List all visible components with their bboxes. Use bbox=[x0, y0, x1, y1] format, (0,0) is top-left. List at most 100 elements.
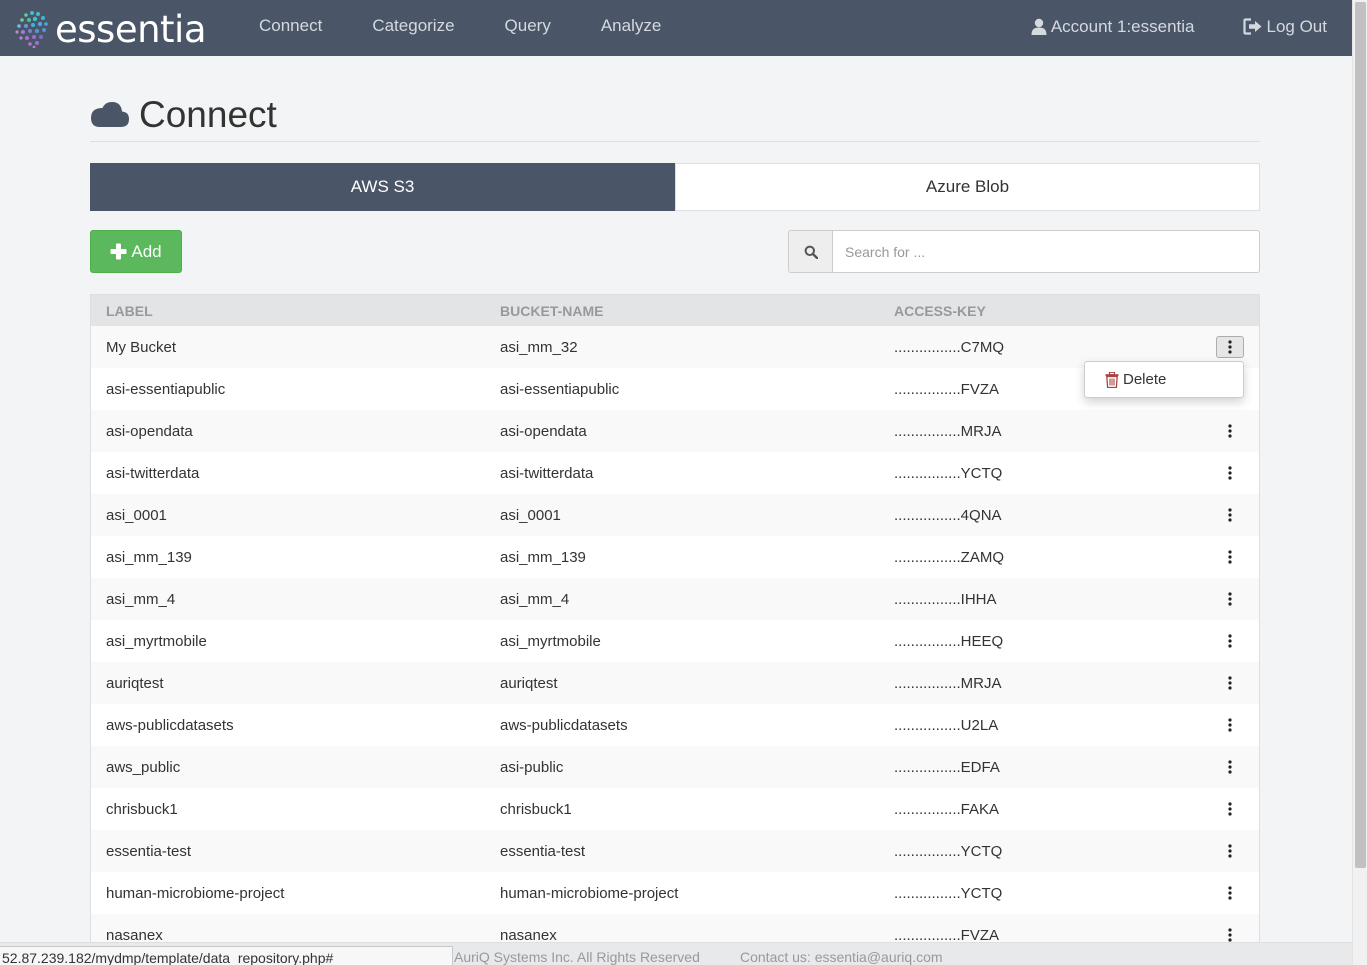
cell-access-key: ................YCTQ bbox=[894, 884, 1003, 902]
add-button[interactable]: Add bbox=[90, 230, 182, 273]
tab-aws-s3[interactable]: AWS S3 bbox=[90, 163, 675, 211]
page-title: Connect bbox=[139, 94, 277, 135]
kebab-menu-icon bbox=[1228, 886, 1232, 900]
nav-analyze[interactable]: Analyze bbox=[601, 0, 661, 56]
row-menu-button[interactable] bbox=[1216, 756, 1244, 778]
table-row[interactable]: essentia-test essentia-test..............… bbox=[91, 830, 1259, 872]
cell-access-key: ................4QNA bbox=[894, 506, 1002, 524]
trash-icon bbox=[1105, 371, 1119, 388]
row-menu-button[interactable] bbox=[1216, 630, 1244, 652]
kebab-menu-icon bbox=[1228, 928, 1232, 942]
table-row[interactable]: asi_mm_139 asi_mm_139 ................ZAMQ bbox=[91, 536, 1259, 578]
row-menu-button[interactable] bbox=[1216, 714, 1244, 736]
cell-bucket-name: chrisbuck1 bbox=[500, 800, 572, 818]
table-row[interactable]: asi_myrtmobile asi_myrtmobile............… bbox=[91, 620, 1259, 662]
col-header-access-key[interactable]: ACCESS-KEY bbox=[879, 303, 1179, 319]
row-menu-button[interactable] bbox=[1216, 798, 1244, 820]
kebab-menu-icon bbox=[1228, 718, 1232, 732]
row-menu-button[interactable] bbox=[1216, 546, 1244, 568]
row-actions-dropdown[interactable]: Delete bbox=[1084, 361, 1244, 398]
table-row[interactable]: aws_public asi-public ................EDFA bbox=[91, 746, 1259, 788]
cell-actions bbox=[1179, 662, 1259, 704]
brand-name: essentia bbox=[55, 7, 207, 51]
cloud-icon bbox=[91, 102, 129, 127]
table-row[interactable]: asi_mm_4 asi_mm_4 ................IHHA bbox=[91, 578, 1259, 620]
cell-access-key: ................FAKA bbox=[894, 800, 1000, 818]
cell-bucket-name: nasanex bbox=[500, 926, 557, 944]
col-header-label[interactable]: LABEL bbox=[91, 303, 485, 319]
cell-label: asi_0001 bbox=[106, 506, 167, 524]
table-row[interactable]: auriqtest auriqtest ................MRJA bbox=[91, 662, 1259, 704]
row-menu-button[interactable] bbox=[1216, 840, 1244, 862]
row-menu-button[interactable] bbox=[1216, 588, 1244, 610]
table-row[interactable]: asi-opendata asi-opendata................… bbox=[91, 410, 1259, 452]
cell-access-key: ................U2LA bbox=[894, 716, 999, 734]
footer-contact[interactable]: Contact us: essentia@auriq.com bbox=[740, 949, 943, 965]
nav-connect[interactable]: Connect bbox=[259, 0, 322, 56]
row-menu-button[interactable] bbox=[1216, 672, 1244, 694]
cell-access-key: ................ZAMQ bbox=[894, 548, 1005, 566]
kebab-menu-icon bbox=[1228, 844, 1232, 858]
cell-bucket-name: asi-essentiapublic bbox=[500, 380, 620, 398]
search-icon-addon[interactable] bbox=[788, 230, 832, 273]
search-icon bbox=[804, 245, 818, 259]
cell-access-key: ................EDFA bbox=[894, 758, 1000, 776]
kebab-menu-icon bbox=[1228, 508, 1232, 522]
cell-actions bbox=[1179, 704, 1259, 746]
cell-bucket-name: asi_mm_4 bbox=[500, 590, 570, 608]
cell-label: asi-essentiapublic bbox=[106, 380, 226, 398]
table-row[interactable]: aws-publicdatasets aws-publicdatasets....… bbox=[91, 704, 1259, 746]
table-row[interactable]: asi-twitterdata asi-twitterdata..........… bbox=[91, 452, 1259, 494]
table-row[interactable]: asi_0001 asi_0001 ................4QNA bbox=[91, 494, 1259, 536]
nav-query[interactable]: Query bbox=[505, 0, 551, 56]
vertical-scrollbar[interactable] bbox=[1352, 0, 1367, 965]
kebab-menu-icon bbox=[1228, 424, 1232, 438]
cell-bucket-name: auriqtest bbox=[500, 674, 558, 692]
kebab-menu-icon bbox=[1228, 760, 1232, 774]
cell-label: asi_mm_139 bbox=[106, 548, 192, 566]
table-row[interactable]: human-microbiome-project human-microbiome… bbox=[91, 872, 1259, 914]
cell-bucket-name: human-microbiome-project bbox=[500, 884, 679, 902]
cell-actions bbox=[1179, 872, 1259, 914]
cell-access-key: ................FVZA bbox=[894, 926, 1000, 944]
row-menu-button[interactable] bbox=[1216, 336, 1244, 358]
user-icon bbox=[1031, 18, 1047, 35]
cell-bucket-name: asi-opendata bbox=[500, 422, 587, 440]
cell-bucket-name: asi-public bbox=[500, 758, 564, 776]
cell-bucket-name: aws-publicdatasets bbox=[500, 716, 628, 734]
row-menu-button[interactable] bbox=[1216, 504, 1244, 526]
cell-actions bbox=[1179, 452, 1259, 494]
cell-actions bbox=[1179, 788, 1259, 830]
account-link[interactable]: Account 1:essentia bbox=[1031, 17, 1195, 37]
browser-status-url: 52.87.239.182/mydmp/template/data_reposi… bbox=[0, 946, 453, 965]
search-group bbox=[788, 230, 1260, 273]
table-body: My Bucket asi_mm_32 ................C7MQ as… bbox=[91, 326, 1259, 948]
table-row[interactable]: chrisbuck1 chrisbuck1 ................FAKA bbox=[91, 788, 1259, 830]
add-button-label: Add bbox=[131, 241, 162, 261]
col-header-bucket-name[interactable]: BUCKET-NAME bbox=[485, 303, 879, 319]
brand-logo[interactable]: essentia bbox=[14, 7, 207, 51]
row-menu-button[interactable] bbox=[1216, 420, 1244, 442]
row-menu-button[interactable] bbox=[1216, 462, 1244, 484]
tab-azure-blob[interactable]: Azure Blob bbox=[675, 163, 1260, 211]
cell-label: chrisbuck1 bbox=[106, 800, 178, 818]
kebab-menu-icon bbox=[1228, 676, 1232, 690]
cell-label: asi-twitterdata bbox=[106, 464, 200, 482]
delete-menu-item[interactable]: Delete bbox=[1123, 371, 1166, 388]
cell-label: essentia-test bbox=[106, 842, 192, 860]
essentia-logo-icon bbox=[15, 11, 48, 48]
scrollbar-thumb[interactable] bbox=[1355, 2, 1366, 868]
cell-bucket-name: asi_mm_139 bbox=[500, 548, 586, 566]
logout-link[interactable]: Log Out bbox=[1242, 17, 1327, 37]
storage-tabs: AWS S3 Azure Blob bbox=[90, 163, 1260, 211]
search-input[interactable] bbox=[832, 230, 1260, 273]
cell-access-key: ................C7MQ bbox=[894, 338, 1005, 356]
footer-copyright: AuriQ Systems Inc. All Rights Reserved bbox=[454, 949, 700, 965]
kebab-menu-icon bbox=[1228, 466, 1232, 480]
row-menu-button[interactable] bbox=[1216, 882, 1244, 904]
nav-categorize[interactable]: Categorize bbox=[372, 0, 454, 56]
cell-bucket-name: asi-twitterdata bbox=[500, 464, 594, 482]
page-header: Connect bbox=[90, 94, 1260, 142]
cell-label: asi_myrtmobile bbox=[106, 632, 207, 650]
kebab-menu-icon bbox=[1228, 802, 1232, 816]
